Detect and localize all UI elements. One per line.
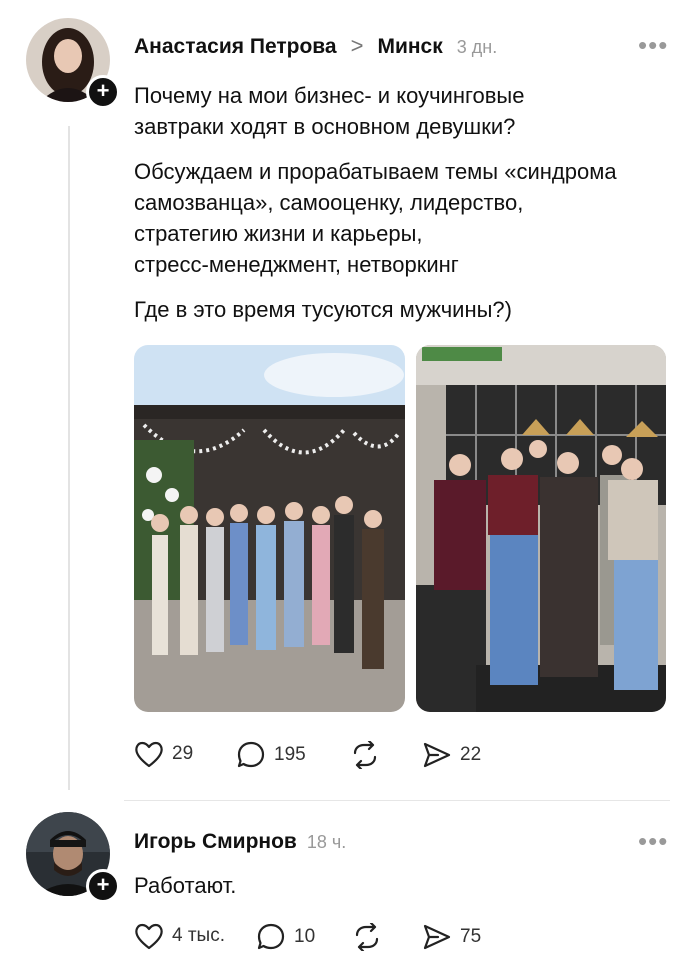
post-body: Почему на мои бизнес- и коучинговые завт… bbox=[134, 80, 674, 339]
repost-arrows-icon bbox=[353, 741, 377, 769]
reply-more-dots-icon[interactable]: ••• bbox=[638, 828, 668, 854]
post-photo-1[interactable] bbox=[134, 345, 405, 712]
reply-repost-button[interactable] bbox=[352, 923, 382, 951]
heart-icon bbox=[135, 923, 163, 950]
comment-bubble-icon bbox=[257, 923, 285, 950]
post-time: 3 дн. bbox=[456, 37, 498, 57]
send-arrow-icon bbox=[423, 924, 451, 950]
comment-bubble-icon bbox=[237, 741, 265, 768]
reply-comment-count: 10 bbox=[294, 926, 316, 947]
post-paragraph-3: Где в это время тусуются мужчины?) bbox=[134, 297, 512, 322]
heart-icon bbox=[135, 741, 163, 768]
send-arrow-icon bbox=[423, 742, 451, 768]
author-name[interactable]: Анастасия Петрова bbox=[134, 35, 337, 59]
reply-divider bbox=[124, 800, 670, 801]
reply-time: 18 ч. bbox=[306, 832, 347, 852]
share-count: 22 bbox=[460, 744, 482, 765]
reply-like-button[interactable]: 4 тыс. bbox=[134, 922, 225, 950]
share-button[interactable]: 22 bbox=[422, 740, 481, 770]
follow-plus-icon[interactable]: + bbox=[86, 75, 120, 109]
post-paragraph-2: Обсуждаем и прорабатываем темы «синдрома… bbox=[134, 159, 617, 277]
like-button[interactable]: 29 bbox=[134, 740, 193, 768]
reply-author-name[interactable]: Игорь Смирнов bbox=[134, 830, 297, 854]
reply-comment-button[interactable]: 10 bbox=[256, 922, 315, 952]
repost-button[interactable] bbox=[350, 741, 380, 769]
reply-like-count: 4 тыс. bbox=[172, 925, 225, 946]
post-header: Анастасия Петрова > Минск 3 дн. bbox=[134, 33, 497, 59]
thread-line bbox=[68, 126, 70, 790]
comment-button[interactable]: 195 bbox=[236, 740, 306, 770]
reply-share-button[interactable]: 75 bbox=[422, 922, 481, 952]
reply-text: Работают. bbox=[134, 873, 237, 898]
like-count: 29 bbox=[172, 743, 194, 764]
community-name[interactable]: Минск bbox=[377, 35, 442, 59]
comment-count: 195 bbox=[274, 744, 306, 765]
repost-arrows-icon bbox=[355, 923, 379, 951]
post-paragraph-1: Почему на мои бизнес- и коучинговые завт… bbox=[134, 83, 525, 139]
reply-share-count: 75 bbox=[460, 926, 482, 947]
post-photo-2[interactable] bbox=[416, 345, 666, 712]
more-dots-icon[interactable]: ••• bbox=[638, 32, 668, 58]
chevron-right-icon: > bbox=[350, 33, 364, 58]
reply-follow-plus-icon[interactable]: + bbox=[86, 869, 120, 903]
reply-header: Игорь Смирнов 18 ч. bbox=[134, 830, 346, 854]
